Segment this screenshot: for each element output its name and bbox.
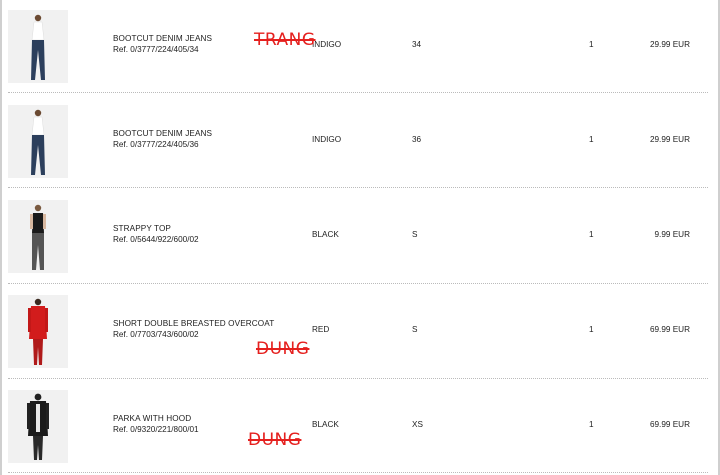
product-qty: 1: [589, 40, 594, 49]
product-qty: 1: [589, 325, 594, 334]
product-color: BLACK: [312, 230, 339, 239]
product-price: 69.99 EUR: [649, 325, 690, 334]
product-name[interactable]: BOOTCUT DENIM JEANS: [113, 34, 212, 44]
product-ref: Ref. 0/9320/221/800/01: [113, 425, 199, 434]
product-image[interactable]: [8, 390, 68, 463]
product-price: 29.99 EUR: [649, 135, 690, 144]
table-row: STRAPPY TOP Ref. 0/5644/922/600/02 BLACK…: [0, 190, 720, 285]
row-divider: [8, 283, 708, 284]
product-ref: Ref. 0/7703/743/600/02: [113, 330, 199, 339]
product-ref: Ref. 0/3777/224/405/36: [113, 140, 199, 149]
product-color: BLACK: [312, 420, 339, 429]
product-size: XS: [412, 420, 423, 429]
product-ref: Ref. 0/5644/922/600/02: [113, 235, 199, 244]
product-qty: 1: [589, 420, 594, 429]
table-row: BOOTCUT DENIM JEANS Ref. 0/3777/224/405/…: [0, 0, 720, 95]
product-size: S: [412, 230, 418, 239]
row-divider: [8, 472, 708, 473]
order-items-table: BOOTCUT DENIM JEANS Ref. 0/3777/224/405/…: [0, 0, 720, 475]
product-image[interactable]: [8, 105, 68, 178]
product-color: INDIGO: [312, 135, 342, 144]
product-name[interactable]: STRAPPY TOP: [113, 224, 171, 234]
row-divider: [8, 92, 708, 93]
product-size: S: [412, 325, 418, 334]
handwritten-annotation: DUNG: [248, 430, 302, 450]
product-image[interactable]: [8, 10, 68, 83]
handwritten-annotation: DUNG: [256, 339, 310, 359]
product-price: 9.99 EUR: [654, 230, 691, 239]
table-row: PARKA WITH HOOD Ref. 0/9320/221/800/01 B…: [0, 380, 720, 475]
product-size: 36: [412, 135, 422, 144]
product-name[interactable]: BOOTCUT DENIM JEANS: [113, 129, 212, 139]
product-qty: 1: [589, 230, 594, 239]
table-row: SHORT DOUBLE BREASTED OVERCOAT Ref. 0/77…: [0, 285, 720, 380]
row-divider: [8, 187, 708, 188]
product-name[interactable]: SHORT DOUBLE BREASTED OVERCOAT: [113, 319, 274, 329]
product-image[interactable]: [8, 200, 68, 273]
handwritten-annotation: TRANG: [254, 30, 316, 50]
product-size: 34: [412, 40, 422, 49]
product-price: 29.99 EUR: [649, 40, 690, 49]
product-name[interactable]: PARKA WITH HOOD: [113, 414, 191, 424]
product-image[interactable]: [8, 295, 68, 368]
table-row: BOOTCUT DENIM JEANS Ref. 0/3777/224/405/…: [0, 95, 720, 190]
product-price: 69.99 EUR: [649, 420, 690, 429]
product-color: RED: [312, 325, 330, 334]
product-qty: 1: [589, 135, 594, 144]
product-color: INDIGO: [312, 40, 342, 49]
product-ref: Ref. 0/3777/224/405/34: [113, 45, 199, 54]
row-divider: [8, 378, 708, 379]
